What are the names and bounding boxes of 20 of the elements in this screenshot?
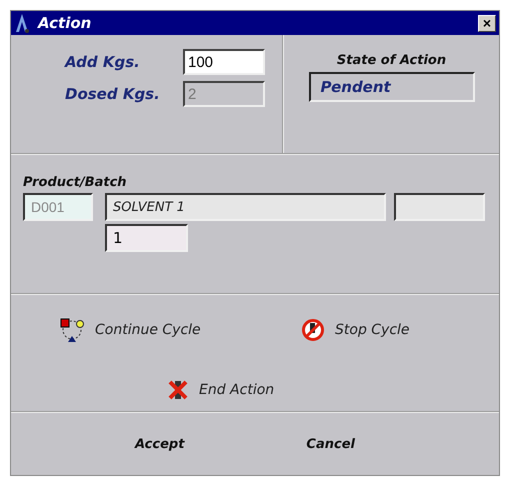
accept-button[interactable]: Accept [133, 432, 186, 456]
cancel-button[interactable]: Cancel [304, 432, 357, 456]
continue-button[interactable]: Continue Cycle [59, 317, 301, 343]
state-display: Pendent [308, 72, 474, 102]
stop-button[interactable]: Stop Cycle [301, 317, 501, 343]
state-label: State of Action [336, 53, 446, 68]
name-field[interactable]: SOLVENT 1 [105, 193, 386, 221]
cycle-icon [59, 317, 85, 343]
field-label: Add Kgs. [65, 53, 141, 71]
input-field[interactable]: 100 [183, 49, 265, 75]
close-button[interactable]: × [478, 14, 496, 32]
empty-field[interactable] [394, 193, 485, 221]
window-title: Action [38, 14, 92, 32]
end-button[interactable]: End Action [167, 379, 501, 401]
field-label: Dosed Kgs. [65, 85, 161, 103]
stop-icon [301, 318, 325, 342]
product-label: Product/Batch [23, 175, 128, 190]
app-icon [14, 13, 30, 33]
cross-icon [167, 379, 189, 401]
batch-field[interactable]: 1 [105, 224, 188, 252]
